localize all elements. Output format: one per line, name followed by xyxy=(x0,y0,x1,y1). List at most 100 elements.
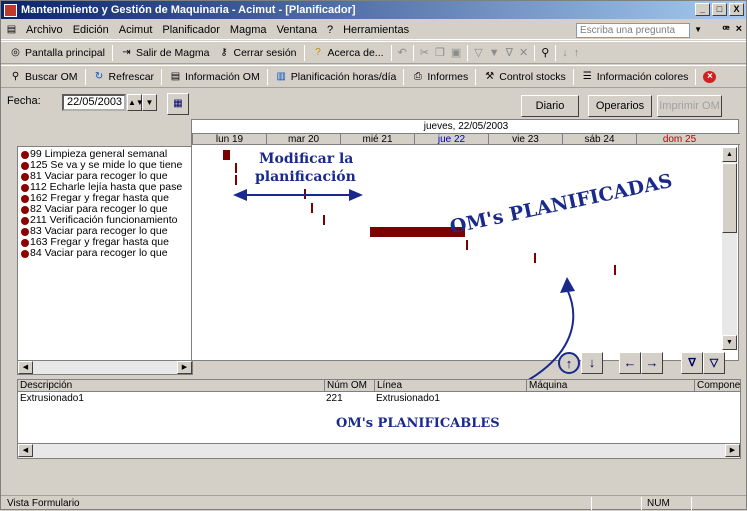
salir-magma-button[interactable]: ⇥ Salir de Magma xyxy=(116,47,214,59)
fecha-label: Fecha: xyxy=(7,95,41,107)
home-icon: ◎ xyxy=(11,46,20,58)
filter-selection-icon[interactable]: ▽ xyxy=(471,46,485,59)
sort-asc-icon[interactable]: ↓ xyxy=(559,47,571,59)
scroll-thumb[interactable] xyxy=(722,163,737,233)
day-vie: vie 23 xyxy=(488,134,562,145)
printer-icon: ⎙ xyxy=(413,70,422,82)
double-arrow-icon xyxy=(233,189,363,201)
grid-hscroll[interactable]: ◀ ▶ xyxy=(18,443,740,458)
move-left-button[interactable]: ← xyxy=(619,352,641,374)
control-stocks-button[interactable]: ⚒ Control stocks xyxy=(479,71,570,83)
exit-icon: ⇥ xyxy=(122,46,131,58)
gantt-day-header: lun 19 mar 20 mié 21 jue 22 vie 23 sáb 2… xyxy=(192,133,740,145)
pantalla-principal-button[interactable]: ◎ Pantalla principal xyxy=(5,47,109,59)
move-right-button[interactable]: → xyxy=(641,352,663,374)
tools-icon: ⚒ xyxy=(485,70,495,82)
gantt-bar[interactable] xyxy=(235,175,237,185)
buscar-om-button[interactable]: ⚲ Buscar OM xyxy=(5,71,82,83)
toolbar-main: ◎ Pantalla principal ⇥ Salir de Magma ⚷ Cer… xyxy=(1,41,746,64)
status-bar: Vista Formulario NUM xyxy=(1,495,746,511)
refrescar-button[interactable]: ↻ Refrescar xyxy=(89,71,159,83)
gantt-bar[interactable] xyxy=(311,203,313,213)
window-title: Mantenimiento y Gestión de Maquinaria - … xyxy=(21,4,356,16)
date-down-button[interactable]: ▼ xyxy=(142,94,157,111)
cell-linea[interactable]: Extrusionado1 xyxy=(374,393,440,405)
menu-planificador[interactable]: Planificador xyxy=(157,24,224,36)
operarios-button[interactable]: Operarios xyxy=(588,95,652,117)
colors-icon: ☰ xyxy=(582,70,592,82)
orders-hscroll[interactable]: ◀ ▶ xyxy=(17,360,193,375)
annotation-plannable: OM's PLANIFICABLES xyxy=(336,416,500,431)
fecha-input[interactable]: 22/05/2003 xyxy=(62,94,126,111)
gantt-bar[interactable] xyxy=(466,240,468,250)
scroll-right-icon[interactable]: ▶ xyxy=(725,444,740,457)
mdi-close-button[interactable]: × xyxy=(736,23,742,36)
day-jue: jue 22 xyxy=(414,134,488,145)
cut-icon[interactable]: ✂ xyxy=(417,46,432,59)
col-descripcion[interactable]: Descripción xyxy=(18,380,324,392)
minimize-button[interactable]: _ xyxy=(695,3,710,16)
menu-archivo[interactable]: Archivo xyxy=(21,24,68,36)
informes-button[interactable]: ⎙ Informes xyxy=(407,71,472,83)
acerca-de-button[interactable]: ? Acerca de... xyxy=(308,47,388,59)
remove-filter-icon[interactable]: ✕ xyxy=(516,46,531,59)
gantt-bar[interactable] xyxy=(223,150,230,160)
menu-help[interactable]: ? xyxy=(322,24,338,36)
close-button[interactable]: X xyxy=(729,3,744,16)
menu-ventana[interactable]: Ventana xyxy=(272,24,322,36)
imprimir-om-button[interactable]: Imprimir OM xyxy=(657,95,722,117)
ask-question-input[interactable]: Escriba una pregunta xyxy=(576,23,690,38)
gantt-vscroll[interactable]: ▲ ▼ xyxy=(722,147,737,350)
planificacion-horas-button[interactable]: ▥ Planificación horas/día xyxy=(271,71,401,83)
binoculars-icon: ⚲ xyxy=(11,70,20,82)
date-up-button[interactable]: ▲▼ xyxy=(127,94,144,111)
undo-icon[interactable]: ↶ xyxy=(395,46,410,59)
calendar-button[interactable]: ▦ xyxy=(167,93,189,115)
gantt-bar[interactable] xyxy=(614,265,616,275)
col-maquina[interactable]: Máquina xyxy=(526,380,694,392)
day-sab: sáb 24 xyxy=(562,134,636,145)
gantt-bar[interactable] xyxy=(323,215,325,225)
col-num-om[interactable]: Núm OM xyxy=(324,380,374,392)
status-num: NUM xyxy=(647,498,670,509)
col-linea[interactable]: Línea xyxy=(374,380,526,392)
menu-herramientas[interactable]: Herramientas xyxy=(338,24,414,36)
cell-num-om[interactable]: 221 xyxy=(324,393,343,405)
informacion-colores-button[interactable]: ☰ Información colores xyxy=(577,71,693,83)
apply-filter-icon[interactable]: ∇ xyxy=(503,46,516,59)
menu-acimut[interactable]: Acimut xyxy=(114,24,158,36)
status-view: Vista Formulario xyxy=(7,498,80,509)
filter-form-icon[interactable]: ▼ xyxy=(486,47,503,59)
document-icon[interactable]: ▤ xyxy=(5,24,18,36)
paste-icon[interactable]: ▣ xyxy=(448,46,464,59)
filter-button[interactable]: ▽ xyxy=(703,352,725,374)
informacion-om-button[interactable]: ▤ Información OM xyxy=(165,71,264,83)
scroll-right-icon[interactable]: ▶ xyxy=(177,361,192,374)
maximize-button[interactable]: □ xyxy=(712,3,727,16)
scroll-left-icon[interactable]: ◀ xyxy=(18,361,33,374)
copy-icon[interactable]: ❐ xyxy=(432,46,448,59)
scroll-up-icon[interactable]: ▲ xyxy=(722,147,737,162)
planner-form: Fecha: 22/05/2003 ▲▼ ▼ ▦ Diario Operario… xyxy=(5,89,743,487)
cell-descripcion[interactable]: Extrusionado1 xyxy=(18,393,84,405)
toolbar-planner: ⚲ Buscar OM ↻ Refrescar ▤ Información OM ▥ P… xyxy=(1,65,746,88)
day-mar: mar 20 xyxy=(266,134,340,145)
chevron-down-icon[interactable]: ▼ xyxy=(694,25,702,34)
gantt-bar[interactable] xyxy=(235,163,237,173)
cerrar-sesion-button[interactable]: ⚷ Cerrar sesión xyxy=(214,47,301,59)
sort-desc-icon[interactable]: ↑ xyxy=(571,47,583,59)
menu-edicion[interactable]: Edición xyxy=(68,24,114,36)
find-icon[interactable]: ⚲ xyxy=(538,46,552,59)
col-compone[interactable]: Compone xyxy=(694,380,740,392)
scroll-down-icon[interactable]: ▼ xyxy=(722,335,737,350)
info-doc-icon: ▤ xyxy=(170,70,181,82)
menu-magma[interactable]: Magma xyxy=(225,24,272,36)
refresh-icon: ↻ xyxy=(94,70,104,82)
annotation-modify-line1: Modificar la xyxy=(259,151,354,167)
gantt-bar[interactable] xyxy=(534,253,536,263)
close-planner-button[interactable]: × xyxy=(699,70,723,83)
diario-button[interactable]: Diario xyxy=(521,95,579,117)
scroll-left-icon[interactable]: ◀ xyxy=(18,444,33,457)
filter-edit-button[interactable]: ∇ xyxy=(681,352,703,374)
mdi-restore-button[interactable]: ꟹ xyxy=(722,23,729,36)
